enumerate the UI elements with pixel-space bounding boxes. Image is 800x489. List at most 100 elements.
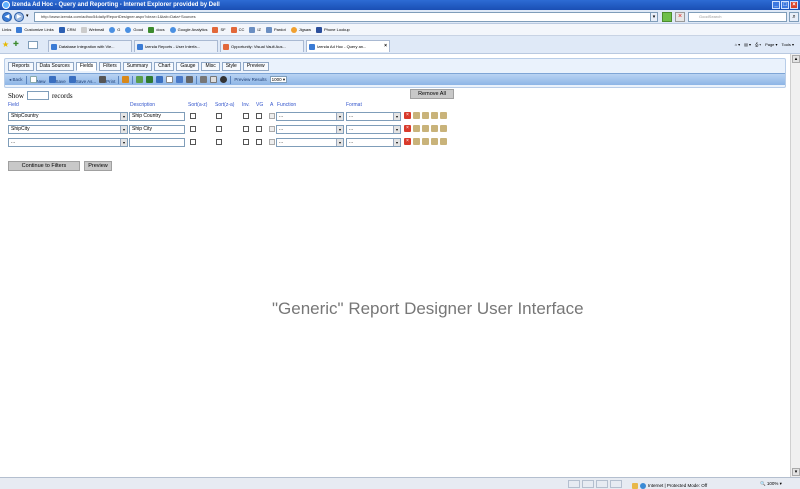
page-menu[interactable]: Page ▾ bbox=[765, 40, 777, 50]
edit-row-icon[interactable] bbox=[413, 112, 420, 119]
refresh-icon[interactable] bbox=[662, 12, 672, 22]
tab-chart[interactable]: Chart bbox=[154, 62, 175, 71]
tab-reports[interactable]: Reports bbox=[8, 62, 34, 71]
favorites-star-icon[interactable]: ★ bbox=[2, 41, 10, 49]
home-icon[interactable]: ⌂ ▾ bbox=[735, 40, 741, 50]
image-icon[interactable] bbox=[176, 76, 184, 83]
browser-tab[interactable]: Opportunity: Visual Vault Aus... bbox=[220, 40, 304, 52]
excel-icon[interactable] bbox=[136, 76, 144, 83]
search-icon[interactable]: ⌕ bbox=[789, 12, 799, 22]
feeds-icon[interactable]: ▤ ▾ bbox=[744, 40, 751, 50]
quick-tabs-icon[interactable] bbox=[28, 41, 38, 49]
insert-row-icon[interactable] bbox=[422, 138, 429, 145]
link-cc[interactable]: CC bbox=[230, 26, 244, 33]
remove-all-button[interactable]: Remove All bbox=[410, 89, 454, 99]
field-select[interactable]: ... ▾ bbox=[8, 138, 128, 147]
format-select[interactable]: ... ▾ bbox=[346, 112, 401, 121]
function-select[interactable]: ... ▾ bbox=[276, 138, 344, 147]
browser-tab[interactable]: Izenda Reports - User Interfa... bbox=[134, 40, 218, 52]
move-up-icon[interactable] bbox=[431, 112, 438, 119]
forward-arrow-icon[interactable]: ▶ bbox=[14, 12, 24, 22]
sort-az-checkbox[interactable] bbox=[190, 113, 196, 119]
scroll-up-icon[interactable]: ▴ bbox=[792, 55, 800, 63]
description-input[interactable]: Ship Country bbox=[129, 112, 185, 121]
preview-results-select[interactable]: 1000 ▾ bbox=[269, 76, 288, 83]
link-sf[interactable]: SF bbox=[212, 26, 226, 33]
sort-za-checkbox[interactable] bbox=[216, 113, 222, 119]
browser-tab-active[interactable]: Izenda Ad Hoc - Query an... × bbox=[306, 40, 390, 52]
sort-az-checkbox[interactable] bbox=[190, 139, 196, 145]
sort-za-checkbox[interactable] bbox=[216, 139, 222, 145]
print-button[interactable]: Print bbox=[99, 75, 115, 84]
tab-style[interactable]: Style bbox=[221, 62, 241, 71]
invert-checkbox[interactable] bbox=[243, 139, 249, 145]
back-arrow-icon[interactable]: ◀ bbox=[2, 12, 12, 22]
save-as-button[interactable]: Save As... bbox=[68, 75, 96, 84]
link-iz[interactable]: IZ bbox=[249, 26, 261, 33]
link-webmail[interactable]: Webmail bbox=[80, 26, 104, 33]
link-customize[interactable]: Customize Links bbox=[16, 26, 54, 33]
link-jigsaw[interactable]: Jigsaw bbox=[290, 26, 311, 33]
function-select[interactable]: ... ▾ bbox=[276, 112, 344, 121]
move-down-icon[interactable] bbox=[440, 125, 447, 132]
browser-tab[interactable]: Database Integration with Vie... bbox=[48, 40, 132, 52]
continue-to-filters-button[interactable]: Continue to Filters bbox=[8, 161, 80, 171]
settings-gear-icon[interactable] bbox=[220, 76, 228, 83]
a-checkbox[interactable] bbox=[269, 113, 275, 119]
csv-icon[interactable] bbox=[146, 76, 154, 83]
insert-row-icon[interactable] bbox=[422, 112, 429, 119]
records-count-input[interactable] bbox=[26, 91, 49, 100]
schedule-icon[interactable] bbox=[200, 76, 208, 83]
minimize-icon[interactable]: _ bbox=[772, 1, 780, 9]
vg-checkbox[interactable] bbox=[256, 113, 262, 119]
print-icon[interactable]: ⎙ ▾ bbox=[755, 40, 761, 50]
security-zone[interactable]: Internet | Protected Mode: Off bbox=[632, 480, 707, 489]
tab-gauge[interactable]: Gauge bbox=[176, 62, 200, 71]
move-down-icon[interactable] bbox=[440, 112, 447, 119]
move-up-icon[interactable] bbox=[431, 138, 438, 145]
tab-data-sources[interactable]: Data Sources bbox=[35, 62, 74, 71]
invert-checkbox[interactable] bbox=[243, 113, 249, 119]
sort-az-checkbox[interactable] bbox=[190, 126, 196, 132]
insert-row-icon[interactable] bbox=[422, 125, 429, 132]
url-field[interactable]: http://www.izenda.com/adhoc54daily/Repor… bbox=[34, 12, 652, 22]
edit-row-icon[interactable] bbox=[413, 138, 420, 145]
function-select[interactable]: ... ▾ bbox=[276, 125, 344, 134]
email-icon[interactable] bbox=[210, 76, 218, 83]
field-select[interactable]: ShipCountry ▾ bbox=[8, 112, 128, 121]
description-input[interactable]: Ship City bbox=[129, 125, 185, 134]
delete-row-icon[interactable]: × bbox=[404, 112, 411, 119]
delete-row-icon[interactable]: × bbox=[404, 138, 411, 145]
close-icon[interactable]: × bbox=[790, 1, 798, 9]
back-button[interactable]: ◂ Back bbox=[9, 77, 23, 83]
link-phone-lookup[interactable]: Phone Lookup bbox=[315, 26, 350, 33]
a-checkbox[interactable] bbox=[269, 126, 275, 132]
move-down-icon[interactable] bbox=[440, 138, 447, 145]
format-select[interactable]: ... ▾ bbox=[346, 125, 401, 134]
sort-za-checkbox[interactable] bbox=[216, 126, 222, 132]
tab-misc[interactable]: Misc bbox=[201, 62, 220, 71]
edit-row-icon[interactable] bbox=[413, 125, 420, 132]
nav-dropdown-icon[interactable]: ▾ bbox=[26, 13, 29, 19]
tab-filters[interactable]: Filters bbox=[99, 62, 121, 71]
zoom-control[interactable]: 🔍 100% ▾ bbox=[760, 478, 782, 489]
url-dropdown-icon[interactable]: ▾ bbox=[650, 12, 658, 22]
tab-summary[interactable]: Summary bbox=[122, 62, 153, 71]
link-docs[interactable]: docs bbox=[148, 26, 165, 33]
format-select[interactable]: ... ▾ bbox=[346, 138, 401, 147]
stop-icon[interactable]: × bbox=[675, 12, 685, 22]
tab-close-icon[interactable]: × bbox=[384, 41, 387, 52]
link-crm[interactable]: CRM bbox=[58, 26, 76, 33]
add-favorite-icon[interactable]: ✚ bbox=[13, 41, 21, 49]
vg-checkbox[interactable] bbox=[256, 126, 262, 132]
link-g[interactable]: G bbox=[109, 26, 120, 33]
move-up-icon[interactable] bbox=[431, 125, 438, 132]
tools-menu[interactable]: Tools ▾ bbox=[782, 40, 794, 50]
preview-button[interactable]: Preview bbox=[84, 161, 112, 171]
delete-row-icon[interactable]: × bbox=[404, 125, 411, 132]
tab-preview[interactable]: Preview bbox=[242, 62, 269, 71]
tab-fields[interactable]: Fields bbox=[75, 62, 98, 71]
link-good[interactable]: Good bbox=[125, 26, 143, 33]
field-select[interactable]: ShipCity ▾ bbox=[8, 125, 128, 134]
save-button[interactable]: Save bbox=[48, 75, 66, 84]
